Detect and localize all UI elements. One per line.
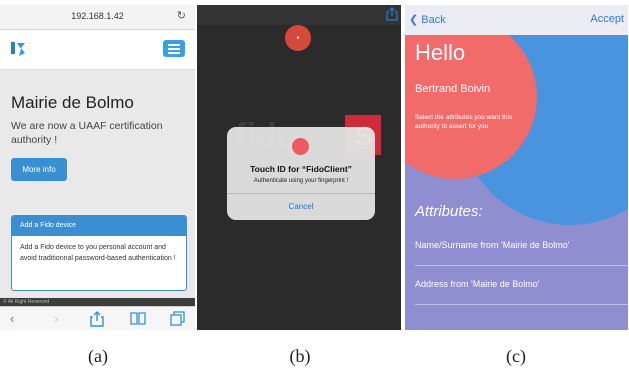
instruction-text: Select the attributes you want this auth… (415, 114, 513, 130)
browser-screen: 192.168.1.42 ↻ Mairie de Bolmo We are no… (0, 5, 195, 330)
site-navbar (0, 30, 195, 70)
card-title[interactable]: Add a Fido device (12, 216, 186, 236)
page-title: Mairie de Bolmo (11, 93, 134, 112)
lead-text: We are now a UAAF certification authorit… (11, 120, 163, 146)
chevron-left-icon: ❮ (409, 14, 419, 26)
more-info-button[interactable]: More info (11, 158, 67, 181)
fingerprint-icon (292, 138, 309, 155)
attribute-item[interactable]: Name/Surname from 'Mairie de Bolmo' (415, 240, 620, 250)
attributes-heading: Attributes: (415, 203, 483, 220)
caption-a: (a) (88, 346, 108, 366)
accept-button[interactable]: Accept (590, 13, 624, 25)
dialog-subtitle: Authenticate using your fingerprint ! (253, 178, 349, 184)
forward-icon[interactable]: › (54, 312, 58, 325)
divider (415, 265, 628, 266)
footer: © All Right Reserved (0, 298, 195, 306)
share-icon[interactable] (90, 311, 104, 327)
user-name: Bertrand Boivin (415, 83, 491, 95)
share-icon[interactable] (386, 7, 398, 21)
reload-icon[interactable]: ↻ (177, 9, 186, 22)
top-bar (197, 5, 401, 25)
touch-id-dialog: Touch ID for “FidoClient” Authenticate u… (227, 127, 375, 220)
card-body: Add a Fido device to you personal accoun… (20, 244, 176, 262)
url-text: 192.168.1.42 (71, 11, 124, 21)
logo-icon[interactable] (10, 40, 28, 58)
cancel-button[interactable]: Cancel (227, 194, 375, 220)
bookmarks-icon[interactable] (130, 312, 146, 325)
caption-b: (b) (289, 346, 311, 366)
app-icon[interactable]: ● (285, 25, 311, 51)
touch-id-screen: ● fido S Touch ID for “FidoClient” Authe… (197, 5, 401, 330)
browser-toolbar: ‹ › (0, 306, 195, 330)
hamburger-menu-icon[interactable] (163, 40, 185, 57)
attributes-screen: ❮ Back Accept Hello Bertrand Boivin Sele… (405, 5, 628, 330)
tabs-icon[interactable] (170, 311, 185, 326)
back-button[interactable]: ❮ Back (409, 13, 446, 26)
back-icon[interactable]: ‹ (10, 312, 14, 325)
dialog-title: Touch ID for “FidoClient” (250, 164, 352, 174)
caption-c: (c) (506, 346, 526, 366)
divider (415, 304, 628, 305)
greeting: Hello (415, 40, 466, 65)
address-bar[interactable]: 192.168.1.42 ↻ (0, 5, 195, 30)
nav-bar: ❮ Back Accept (405, 5, 628, 35)
back-label: Back (421, 14, 446, 26)
add-fido-card: Add a Fido device Add a Fido device to y… (11, 215, 187, 291)
attribute-item[interactable]: Address from 'Mairie de Bolmo' (415, 279, 620, 289)
